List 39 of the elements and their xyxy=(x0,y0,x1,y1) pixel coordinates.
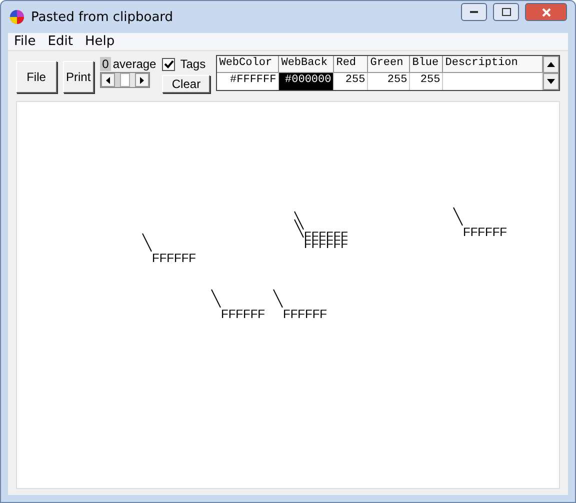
menu-item[interactable]: Help xyxy=(80,34,119,49)
leader-line xyxy=(453,207,463,226)
color-tag[interactable]: FFFFFF xyxy=(463,226,507,238)
column-header[interactable]: Description xyxy=(443,56,544,73)
leader-line xyxy=(273,289,283,308)
print-button[interactable]: Print xyxy=(62,61,94,93)
maximize-icon xyxy=(502,8,510,16)
close-icon xyxy=(542,8,550,16)
table-cell[interactable]: #000000 xyxy=(279,73,334,90)
menu-item[interactable]: Edit xyxy=(44,34,77,49)
color-tag[interactable]: FFFFFF xyxy=(304,238,348,250)
slider-thumb[interactable] xyxy=(120,73,130,87)
average-value: 0 xyxy=(100,57,111,71)
minimize-icon xyxy=(470,10,478,14)
file-button[interactable]: File xyxy=(16,61,57,93)
leader-line xyxy=(294,211,304,230)
leader-line xyxy=(142,233,152,252)
color-tag[interactable]: FFFFFF xyxy=(221,308,265,320)
leader-line xyxy=(211,289,221,308)
maximize-button[interactable] xyxy=(493,3,519,21)
menu-item[interactable]: File xyxy=(10,34,40,49)
column-header[interactable]: Green xyxy=(368,56,410,73)
clear-button[interactable]: Clear xyxy=(162,75,210,93)
minimize-button[interactable] xyxy=(461,3,487,21)
column-header[interactable]: Blue xyxy=(410,56,444,73)
color-tag[interactable]: FFFFFF xyxy=(283,308,327,320)
window-title: Pasted from clipboard xyxy=(31,10,174,24)
app-icon xyxy=(9,9,25,25)
tags-checkbox[interactable] xyxy=(162,58,176,70)
column-header[interactable]: WebBack xyxy=(279,56,334,73)
scroll-up-icon[interactable] xyxy=(543,56,560,73)
average-label: average xyxy=(112,57,156,71)
tags-label: Tags xyxy=(180,57,206,71)
color-tag[interactable]: FFFFFF xyxy=(152,252,196,264)
close-button[interactable] xyxy=(525,3,567,21)
column-header[interactable]: Red xyxy=(334,56,368,73)
leader-line xyxy=(294,219,304,238)
column-header[interactable]: WebColor xyxy=(217,56,280,73)
scroll-down-icon[interactable] xyxy=(543,73,560,90)
